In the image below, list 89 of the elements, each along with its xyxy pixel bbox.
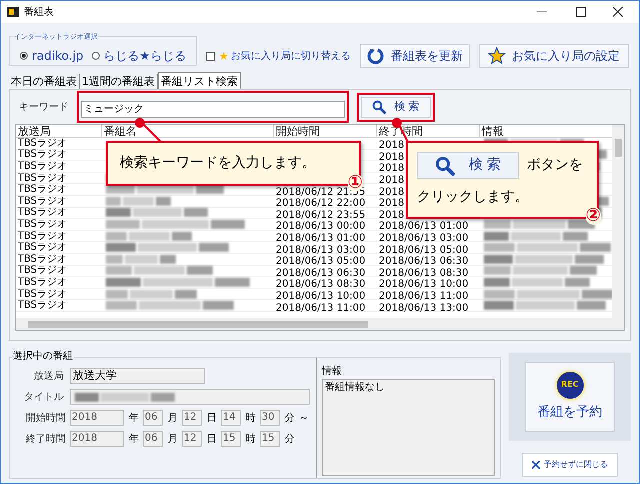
window-title: 番組表 bbox=[24, 6, 54, 20]
station-cell-text: TBSラジオ bbox=[17, 196, 68, 207]
end-time-cell: 2018/06/13 08:30 bbox=[379, 268, 469, 279]
time-field: 2018 bbox=[70, 410, 124, 426]
start-time-cell: 2018/06/12 23:55 bbox=[276, 210, 366, 221]
keyword-label: キーワード bbox=[19, 100, 69, 114]
favorite-settings-button[interactable]: お気に入り局の設定 bbox=[478, 44, 629, 68]
station-cell-text: TBSラジオ bbox=[17, 160, 68, 172]
station-cell-text: TBSラジオ bbox=[17, 300, 68, 312]
refresh-button[interactable]: 番組表を更新 bbox=[360, 44, 470, 68]
station-cell-text: TBSラジオ bbox=[17, 184, 68, 196]
star-glyph: ★ bbox=[219, 50, 229, 62]
unit-label: 日 bbox=[207, 432, 217, 446]
time-field: 14 bbox=[221, 410, 241, 426]
station-cell-text: TBSラジオ bbox=[17, 288, 68, 300]
end-time-cell: 2018 bbox=[379, 175, 404, 186]
radio-option[interactable]: radiko.jp bbox=[20, 50, 84, 62]
unit-label: 時 bbox=[246, 412, 256, 426]
end-time-cell: 2018/06/13 01:00 bbox=[379, 221, 469, 232]
station-cell-text: TBSラジオ bbox=[17, 172, 68, 184]
start-time-cell: 2018/06/13 05:00 bbox=[276, 256, 366, 268]
unit-label: 分 bbox=[285, 432, 295, 446]
callout-text: クリックします。 bbox=[417, 188, 530, 207]
end-time-cell: 2018 bbox=[379, 186, 404, 198]
callout-text: ボタンを bbox=[527, 156, 583, 175]
end-time-cell: 2018/06/13 05:00 bbox=[379, 244, 469, 256]
station-cell-text: TBSラジオ bbox=[17, 207, 68, 218]
callout-text: 検索キーワードを入力します。 bbox=[120, 154, 316, 173]
info-text: 番組情報なし bbox=[325, 380, 385, 395]
title-label: タイトル bbox=[23, 390, 64, 404]
station-cell-text: TBSラジオ bbox=[17, 218, 68, 230]
search-button-image: 検 索 bbox=[417, 152, 519, 179]
reserve-label: 番組を予約 bbox=[538, 404, 602, 422]
station-cell-text: TBSラジオ bbox=[17, 276, 68, 288]
search-button[interactable]: 検 索 bbox=[361, 96, 431, 118]
info-label: 情報 bbox=[322, 364, 343, 379]
end-time-cell: 2018 bbox=[379, 140, 404, 152]
time-field: 12 bbox=[182, 410, 202, 426]
start-time-cell: 2018/06/13 08:30 bbox=[276, 279, 366, 290]
station-field: 放送大学 bbox=[70, 368, 205, 384]
rec-badge: REC bbox=[556, 372, 584, 399]
unit-label: 月 bbox=[168, 412, 178, 426]
start-time-cell: 2018/06/13 01:00 bbox=[276, 233, 366, 244]
column-header[interactable]: 開始時間 bbox=[274, 125, 377, 137]
time-field: 30 bbox=[260, 410, 280, 426]
time-field: 2018 bbox=[70, 431, 124, 447]
time-label: 開始時間 bbox=[25, 412, 66, 426]
time-field: 06 bbox=[143, 410, 163, 426]
end-time-cell: 2018/06/13 11:00 bbox=[379, 291, 469, 302]
column-header[interactable]: 放送局 bbox=[16, 125, 102, 137]
station-label: 放送局 bbox=[33, 370, 64, 384]
time-field: 15 bbox=[221, 431, 241, 447]
checkbox-label[interactable]: お気に入り局に切り替える bbox=[230, 48, 351, 64]
unit-label: 時 bbox=[246, 432, 256, 446]
station-cell-text: TBSラジオ bbox=[17, 242, 68, 254]
end-time-cell: 2018 bbox=[379, 152, 404, 163]
unit-label: 年 bbox=[129, 412, 139, 426]
close-without-reserving-button[interactable]: 予約せずに閉じる bbox=[522, 453, 618, 477]
start-time-cell: 2018/06/12 22:00 bbox=[276, 198, 366, 210]
keyword-field[interactable]: ミュージック bbox=[81, 100, 345, 118]
tilde: ～ bbox=[299, 412, 309, 426]
unit-label: 日 bbox=[207, 412, 217, 426]
end-time-cell: 2018/06/13 03:00 bbox=[379, 233, 469, 244]
end-time-cell: 2018 bbox=[379, 210, 404, 221]
time-field: 15 bbox=[260, 431, 280, 447]
station-cell-text: TBSラジオ bbox=[17, 230, 68, 242]
time-label: 終了時間 bbox=[25, 432, 66, 446]
time-field: 06 bbox=[143, 431, 163, 447]
start-time-cell: 2018/06/13 03:00 bbox=[276, 244, 366, 256]
time-field: 12 bbox=[182, 431, 202, 447]
station-cell-text: TBSラジオ bbox=[17, 138, 68, 149]
unit-label: 月 bbox=[168, 432, 178, 446]
unit-label: 分 bbox=[285, 412, 295, 426]
tab[interactable]: 番組リスト検索 bbox=[158, 72, 241, 89]
end-time-cell: 2018 bbox=[379, 198, 404, 210]
station-cell-text: TBSラジオ bbox=[17, 254, 68, 265]
start-time-cell: 2018/06/13 06:30 bbox=[276, 268, 366, 279]
end-time-cell: 2018 bbox=[379, 163, 404, 174]
radio-option[interactable]: らじる★らじる bbox=[92, 50, 186, 62]
station-cell-text: TBSラジオ bbox=[17, 265, 68, 276]
station-cell-text: TBSラジオ bbox=[17, 149, 68, 160]
end-time-cell: 2018/06/13 06:30 bbox=[379, 256, 469, 268]
unit-label: 年 bbox=[129, 432, 139, 446]
start-time-cell: 2018/06/13 00:00 bbox=[276, 221, 366, 232]
end-time-cell: 2018/06/13 10:00 bbox=[379, 279, 469, 290]
end-time-cell: 2018/06/13 13:00 bbox=[379, 302, 469, 314]
start-time-cell: 2018/06/13 11:00 bbox=[276, 302, 366, 314]
reserve-button[interactable]: REC 番組を予約 bbox=[525, 362, 615, 432]
start-time-cell: 2018/06/13 10:00 bbox=[276, 291, 366, 302]
